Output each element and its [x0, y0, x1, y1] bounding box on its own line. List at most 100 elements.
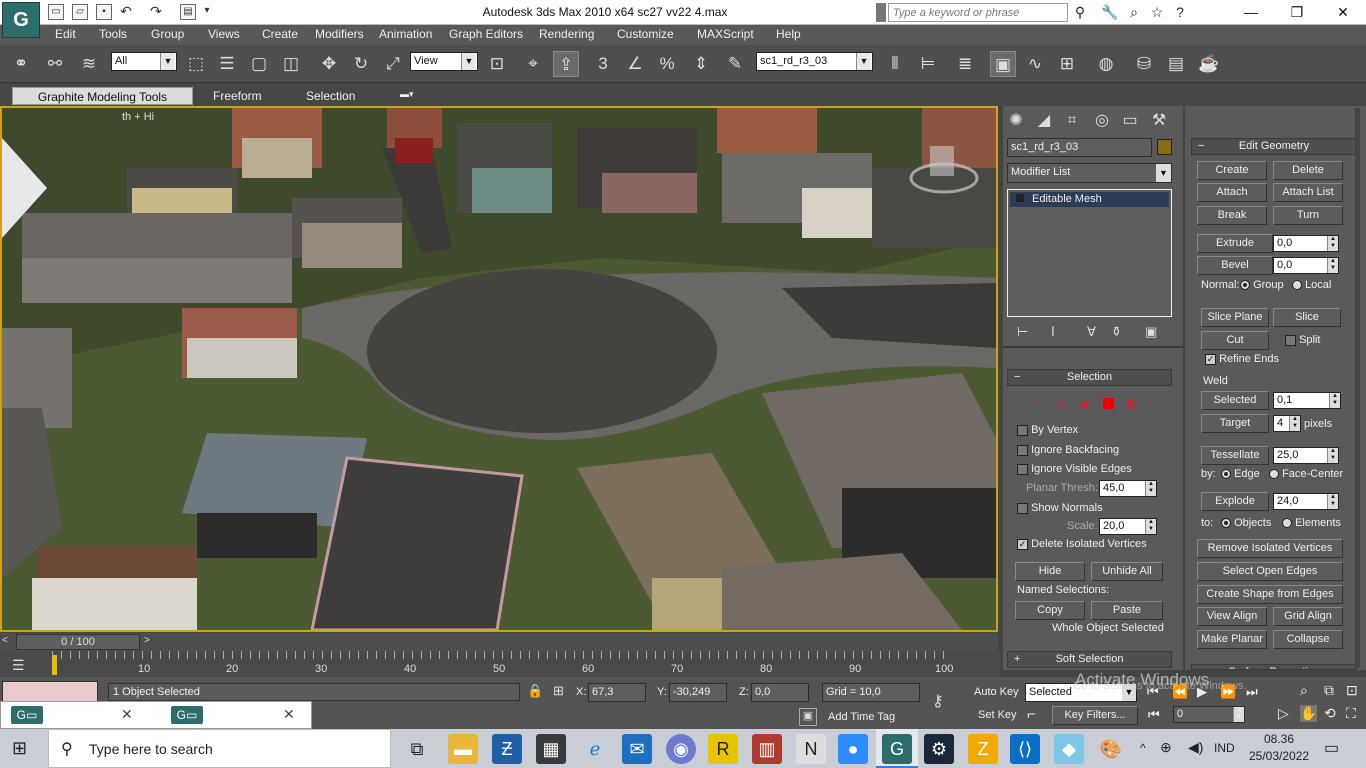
help-search-input[interactable]: Type a keyword or phrase [888, 3, 1068, 22]
mail-icon[interactable]: ✉ [622, 734, 652, 764]
winrar-icon[interactable]: ▥ [752, 734, 782, 764]
ribbon-options-icon[interactable]: ▬▾ [390, 87, 424, 105]
create-shape-from-edges-button[interactable]: Create Shape from Edges [1197, 585, 1343, 604]
explode-elements-radio[interactable]: Elements [1282, 517, 1341, 529]
menu-views[interactable]: Views [208, 27, 240, 41]
play-icon[interactable]: ▶ [1197, 684, 1207, 700]
modifier-stack[interactable]: Editable Mesh [1007, 189, 1172, 317]
perspective-viewport[interactable]: th + Hi [0, 106, 998, 632]
maxscript-listener[interactable] [2, 681, 98, 703]
maximize-viewport-icon[interactable]: ⛶ [1346, 705, 1356, 722]
vscode-icon[interactable]: ⟨⟩ [1010, 734, 1040, 764]
cut-button[interactable]: Cut [1201, 331, 1269, 350]
close-icon[interactable]: ✕ [121, 706, 133, 723]
explode-spinner[interactable]: 24,0 ▲ ▼ [1273, 493, 1339, 510]
object-color-swatch[interactable] [1157, 139, 1172, 155]
x-coordinate-field[interactable]: 67,3 [588, 683, 646, 702]
create-button[interactable]: Create [1197, 161, 1267, 180]
tab-freeform[interactable]: Freeform [203, 87, 272, 105]
collapse-button[interactable]: Collapse [1273, 630, 1343, 649]
redo-icon[interactable]: ↷ [148, 4, 164, 20]
remove-modifier-icon[interactable]: ⚱ [1111, 324, 1122, 340]
time-tag-icon[interactable]: ▣ [799, 708, 817, 726]
undo-icon[interactable]: ↶ [118, 4, 134, 20]
reference-coordinate-dropdown[interactable]: View ▼ [410, 52, 478, 71]
scale-icon[interactable]: ⤢ [380, 51, 406, 77]
volume-icon[interactable]: ◀) [1188, 739, 1203, 756]
menu-maxscript[interactable]: MAXScript [697, 27, 754, 41]
make-unique-icon[interactable]: ∀ [1087, 324, 1096, 340]
selection-filter-dropdown[interactable]: All ▼ [111, 52, 177, 71]
new-file-icon[interactable]: ▭ [48, 4, 64, 20]
select-object-icon[interactable]: ⬚ [183, 51, 209, 77]
paint-icon[interactable]: 🎨 [1096, 734, 1126, 764]
go-to-end-icon[interactable]: ⏭ [1246, 684, 1258, 700]
default-tangents-icon[interactable]: ⌐ [1027, 706, 1036, 723]
notifications-icon[interactable]: ▭ [1324, 738, 1339, 758]
normal-group-radio[interactable]: Group [1240, 279, 1284, 291]
named-selection-dropdown[interactable]: sc1_rd_r3_03 ▼ [756, 52, 873, 71]
store-icon[interactable]: ▦ [536, 734, 566, 764]
display-panel-icon[interactable]: ▭ [1117, 108, 1143, 134]
surface-properties-rollout-header[interactable]: Surface Properties [1191, 664, 1357, 670]
pin-stack-icon[interactable]: ⊢ [1017, 324, 1028, 340]
task-view-icon[interactable]: ⧉ [402, 734, 432, 764]
spinner-snap-icon[interactable]: ⇕ [688, 51, 714, 77]
break-button[interactable]: Break [1197, 206, 1267, 225]
tray-overflow-icon[interactable]: ^ [1140, 741, 1146, 755]
extrude-spinner[interactable]: 0,0 ▲ ▼ [1273, 235, 1339, 252]
object-name-field[interactable]: sc1_rd_r3_03 [1007, 138, 1152, 157]
bevel-spinner[interactable]: 0,0 ▲ ▼ [1273, 257, 1339, 274]
tab-graphite-modeling-tools[interactable]: Graphite Modeling Tools [12, 87, 193, 105]
zoom-extents-icon[interactable]: ⊡ [1346, 682, 1358, 699]
edit-geometry-rollout-header[interactable]: − Edit Geometry [1191, 138, 1357, 155]
auto-key-button[interactable]: Auto Key [974, 686, 1019, 698]
show-end-result-icon[interactable]: Ⅰ [1051, 324, 1055, 340]
open-file-icon[interactable]: ▱ [72, 4, 88, 20]
refine-ends-checkbox[interactable]: ✓ Refine Ends [1205, 353, 1279, 365]
tab-selection[interactable]: Selection [296, 87, 365, 105]
attach-button[interactable]: Attach [1197, 183, 1267, 202]
absolute-mode-icon[interactable]: ⊞ [553, 683, 564, 699]
soft-selection-rollout-header[interactable]: + Soft Selection [1007, 651, 1172, 668]
ignore-backfacing-checkbox[interactable]: Ignore Backfacing [1017, 444, 1119, 456]
menu-group[interactable]: Group [151, 27, 184, 41]
slice-button[interactable]: Slice [1273, 308, 1341, 327]
menu-help[interactable]: Help [776, 27, 801, 41]
clock-time[interactable]: 08.36 [1249, 732, 1309, 746]
menu-customize[interactable]: Customize [617, 27, 674, 41]
split-checkbox[interactable]: Split [1285, 334, 1320, 346]
vertex-level-icon[interactable]: ∴ [1033, 396, 1040, 409]
3ds-max-logo-icon[interactable]: G [2, 2, 40, 38]
key-mode-toggle-icon[interactable]: ⏮ [1148, 707, 1160, 723]
previous-frame-icon[interactable]: ⏪ [1172, 684, 1188, 700]
schematic-view-icon[interactable]: ⊞ [1054, 51, 1080, 77]
motion-panel-icon[interactable]: ◎ [1089, 108, 1115, 134]
unhide-all-button[interactable]: Unhide All [1091, 562, 1163, 581]
max-window-icon[interactable]: G▭ [171, 706, 203, 724]
set-key-button[interactable]: Set Key [978, 709, 1017, 721]
normal-local-radio[interactable]: Local [1292, 279, 1331, 291]
mirror-icon[interactable]: ⫴ [882, 51, 908, 77]
element-level-icon[interactable]: ◧ [1127, 396, 1138, 410]
move-icon[interactable]: ✥ [316, 51, 342, 77]
time-slider[interactable]: < 0 / 100 > [0, 633, 998, 651]
y-coordinate-field[interactable]: -30,249 [669, 683, 727, 702]
zoom-meetings-icon[interactable]: ● [838, 734, 868, 764]
close-icon[interactable]: ✕ [283, 706, 295, 723]
app-z-icon[interactable]: Ƶ [492, 734, 522, 764]
3ds-max-taskbar-icon[interactable]: G [882, 734, 912, 764]
maximize-button[interactable]: ❐ [1274, 0, 1320, 25]
panel-scrollbar[interactable] [1355, 108, 1360, 668]
select-manipulate-icon[interactable]: ⌖ [520, 51, 546, 77]
filezilla-icon[interactable]: Z [968, 734, 998, 764]
explode-objects-radio[interactable]: Objects [1221, 517, 1271, 529]
utilities-panel-icon[interactable]: ⚒ [1146, 108, 1172, 134]
minimize-button[interactable]: — [1228, 0, 1274, 25]
weld-selected-button[interactable]: Selected [1201, 391, 1269, 410]
orbit-icon[interactable]: ⟲ [1324, 705, 1336, 722]
modifier-list-dropdown[interactable]: Modifier List ▼ [1007, 163, 1172, 183]
network-icon[interactable]: ⊕ [1160, 739, 1172, 756]
tessellate-button[interactable]: Tessellate [1201, 446, 1269, 465]
select-open-edges-button[interactable]: Select Open Edges [1197, 562, 1343, 581]
